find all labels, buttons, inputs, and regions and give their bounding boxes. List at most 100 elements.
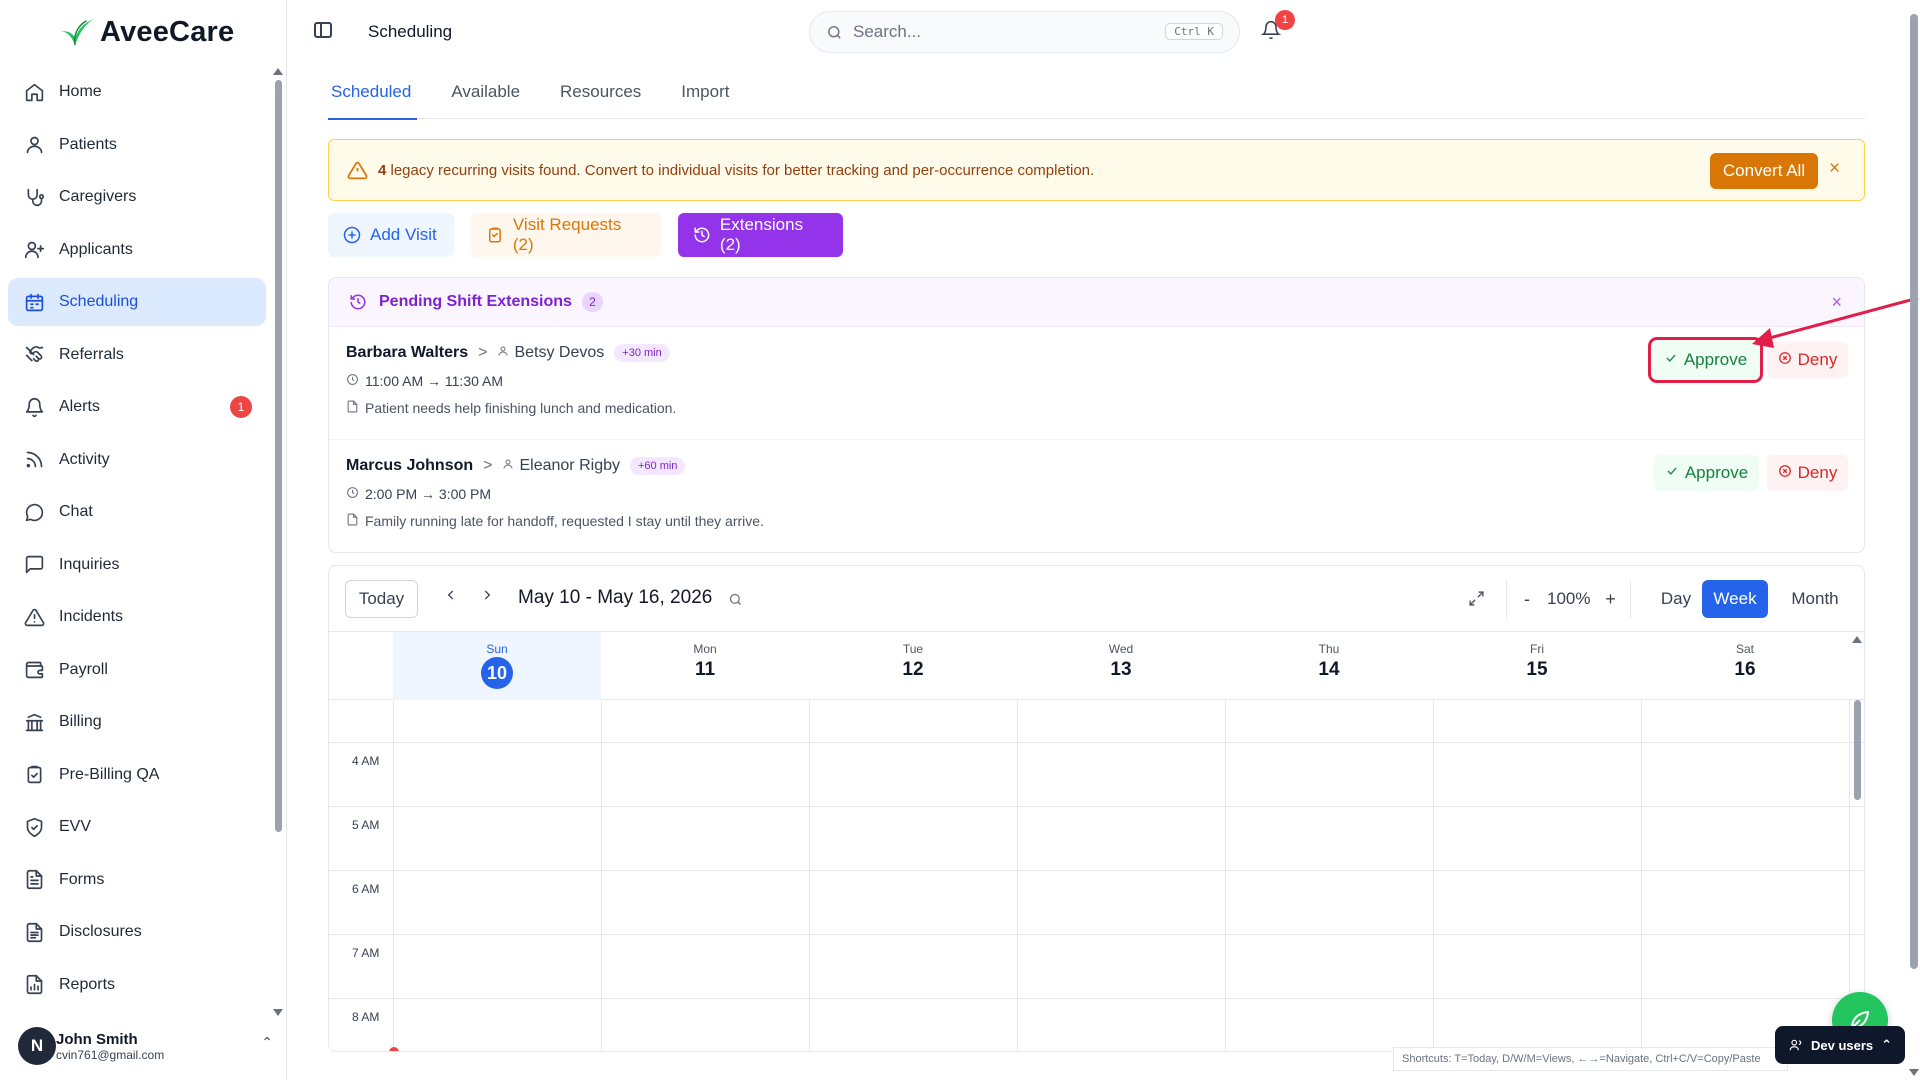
page-scrollbar[interactable] — [1906, 0, 1920, 1080]
extension-row: Marcus Johnson > Eleanor Rigby +60 min 2:00 … — [329, 440, 1864, 552]
deny-button[interactable]: Deny — [1767, 455, 1848, 491]
add-visit-label: Add Visit — [370, 225, 437, 244]
sidebar-item-label: Pre-Billing QA — [59, 765, 160, 783]
sidebar-item-label: Chat — [59, 503, 93, 520]
sidebar-item-evv[interactable]: EVV — [8, 803, 266, 851]
approve-button[interactable]: Approve — [1654, 455, 1759, 491]
day-name: Sun — [486, 642, 508, 656]
tab-scheduled[interactable]: Scheduled — [328, 72, 418, 120]
tab-resources[interactable]: Resources — [557, 72, 644, 119]
handshake-icon — [23, 344, 45, 366]
sidebar-scrollbar[interactable] — [273, 66, 283, 1016]
scrollbar-thumb[interactable] — [275, 80, 282, 832]
sidebar-item-pre-billing-qa[interactable]: Pre-Billing QA — [8, 751, 266, 799]
calendar-toolbar: Today May 10 - May 16, 2026 - 100% + Day… — [329, 566, 1864, 632]
bell-icon — [23, 396, 45, 418]
day-name: Tue — [902, 642, 924, 656]
sidebar-item-incidents[interactable]: Incidents — [8, 593, 266, 641]
sidebar-item-referrals[interactable]: Referrals — [8, 331, 266, 379]
legacy-visits-banner: 4 legacy recurring visits found. Convert… — [328, 139, 1865, 201]
day-header-fri[interactable]: Fri 15 — [1433, 632, 1641, 700]
next-week-button[interactable] — [480, 588, 494, 602]
approve-button[interactable]: Approve — [1648, 337, 1763, 383]
today-button[interactable]: Today — [345, 580, 418, 618]
day-name: Sat — [1735, 642, 1754, 656]
file-text-icon — [23, 869, 45, 891]
sidebar-item-activity[interactable]: Activity — [8, 436, 266, 484]
warning-icon — [23, 606, 45, 628]
sidebar-item-disclosures[interactable]: Disclosures — [8, 908, 266, 956]
sidebar-item-patients[interactable]: Patients — [8, 121, 266, 169]
sidebar-item-caregivers[interactable]: Caregivers — [8, 173, 266, 221]
sidebar-item-label: Billing — [59, 713, 102, 730]
convert-all-button[interactable]: Convert All — [1710, 153, 1818, 189]
visit-requests-button[interactable]: Visit Requests (2) — [471, 213, 661, 257]
extension-summary: Marcus Johnson > Eleanor Rigby +60 min — [346, 457, 1864, 475]
search-shortcut: Ctrl K — [1165, 23, 1223, 40]
date-range: May 10 - May 16, 2026 — [518, 587, 713, 608]
dev-users-button[interactable]: Dev users ⌃ — [1775, 1026, 1905, 1064]
scrollbar-thumb[interactable] — [1854, 700, 1861, 800]
day-header-sat[interactable]: Sat 16 — [1641, 632, 1849, 700]
view-week-button[interactable]: Week — [1702, 580, 1768, 618]
banner-close-icon[interactable]: × — [1829, 158, 1840, 180]
sidebar-item-inquiries[interactable]: Inquiries — [8, 541, 266, 589]
warning-icon — [347, 161, 368, 179]
prev-week-button[interactable] — [444, 588, 458, 602]
day-number: 12 — [902, 659, 924, 680]
day-number: 11 — [694, 659, 716, 680]
user-email: cvin761@gmail.com — [56, 1047, 165, 1062]
sidebar-toggle-icon[interactable] — [314, 22, 332, 38]
search-input[interactable] — [853, 22, 1153, 42]
scroll-down-arrow-icon[interactable] — [273, 1009, 283, 1016]
app-logo[interactable]: AveeCare — [0, 0, 286, 64]
sidebar-item-forms[interactable]: Forms — [8, 856, 266, 904]
patient-name[interactable]: Barbara Walters — [346, 344, 468, 362]
scroll-up-arrow-icon[interactable] — [1852, 636, 1862, 643]
file-icon — [346, 400, 359, 416]
calendar-scrollbar[interactable] — [1850, 632, 1864, 1051]
sidebar-item-chat[interactable]: Chat — [8, 488, 266, 536]
scroll-down-arrow-icon[interactable] — [1909, 1069, 1919, 1076]
notifications-button[interactable]: 1 — [1260, 10, 1295, 42]
zoom-out-button[interactable]: - — [1519, 589, 1535, 610]
chevron-up-down-icon: ⌃ — [261, 1034, 273, 1050]
fullscreen-button[interactable] — [1468, 590, 1485, 611]
day-header-thu[interactable]: Thu 14 — [1225, 632, 1433, 700]
tab-import[interactable]: Import — [678, 72, 732, 119]
search-box[interactable]: Ctrl K — [809, 11, 1240, 53]
zoom-in-button[interactable]: + — [1602, 589, 1618, 610]
grid-line — [329, 998, 1864, 999]
extension-summary: Barbara Walters > Betsy Devos +30 min — [346, 344, 1864, 362]
expand-icon — [1469, 591, 1484, 606]
sidebar-item-reports[interactable]: Reports — [8, 961, 266, 1009]
user-menu[interactable]: N John Smith cvin761@gmail.com ⌃ — [18, 1024, 273, 1068]
visit-requests-label: Visit Requests (2) — [512, 215, 622, 254]
patient-name[interactable]: Marcus Johnson — [346, 457, 473, 475]
annotation-arrow-icon — [1752, 296, 1919, 348]
add-visit-button[interactable]: Add Visit — [328, 213, 454, 257]
zoom-control: - 100% + — [1506, 580, 1632, 618]
sidebar-item-billing[interactable]: Billing — [8, 698, 266, 746]
rss-icon — [23, 449, 45, 471]
sidebar-item-payroll[interactable]: Payroll — [8, 646, 266, 694]
hour-label: 4 AM — [352, 754, 380, 768]
sidebar-item-applicants[interactable]: Applicants — [8, 226, 266, 274]
day-header-wed[interactable]: Wed 13 — [1017, 632, 1225, 700]
date-search-button[interactable] — [728, 592, 743, 611]
deny-label: Deny — [1797, 463, 1838, 482]
scroll-up-arrow-icon[interactable] — [273, 68, 283, 75]
day-header-tue[interactable]: Tue 12 — [809, 632, 1017, 700]
sidebar-item-scheduling[interactable]: Scheduling — [8, 278, 266, 326]
sidebar-item-alerts[interactable]: Alerts 1 — [8, 383, 266, 431]
day-header-mon[interactable]: Mon 11 — [601, 632, 809, 700]
sidebar-item-home[interactable]: Home — [8, 68, 266, 116]
day-header-sun[interactable]: Sun 10 — [393, 632, 601, 700]
view-month-button[interactable]: Month — [1775, 580, 1855, 618]
scrollbar-thumb[interactable] — [1910, 14, 1918, 969]
tab-available[interactable]: Available — [448, 72, 523, 119]
file-icon — [346, 513, 359, 529]
calendar-grid[interactable]: 4 AM 5 AM 6 AM 7 AM 8 AM — [329, 700, 1864, 1051]
view-day-button[interactable]: Day — [1645, 580, 1707, 618]
extensions-button[interactable]: Extensions (2) — [678, 213, 843, 257]
